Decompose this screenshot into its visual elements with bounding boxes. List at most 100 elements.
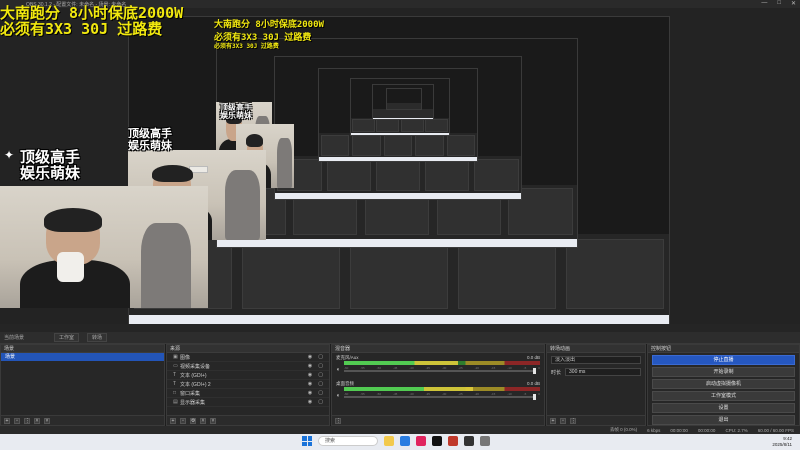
- source-item[interactable]: T 文本 (GDI+) 2 ◉ ▢: [167, 380, 329, 389]
- eye-icon[interactable]: ◉: [308, 372, 312, 378]
- app-icon-red[interactable]: [448, 436, 458, 446]
- stop-streaming-button[interactable]: 停止直播: [652, 355, 795, 365]
- transition-settings-icon[interactable]: ⋮: [570, 417, 576, 424]
- move-up-icon[interactable]: ˄: [34, 417, 40, 424]
- lock-icon[interactable]: ▢: [318, 372, 323, 378]
- meter-tick-label: -50: [376, 392, 381, 396]
- exit-button[interactable]: 退出: [652, 415, 795, 425]
- meter-tick-label: 0: [538, 366, 540, 370]
- meter-tick-label: -25: [458, 366, 463, 370]
- controls-dock: 控制按钮 停止直播 开始录制 启动虚拟摄像机 工作室模式 设置 退出: [647, 344, 800, 426]
- source-item[interactable]: T 文本 (GDI+) ◉ ▢: [167, 371, 329, 380]
- level-meter-fill: [344, 387, 474, 391]
- meter-tick-label: -55: [360, 392, 365, 396]
- overlay-text-line-2: 必须有3X3 30J 过路费: [0, 20, 163, 38]
- sources-header: 来源: [167, 345, 329, 353]
- eye-icon[interactable]: ◉: [308, 390, 312, 396]
- webcam-caption-nested-2: 顶级高手 娱乐萌妹: [220, 103, 252, 121]
- meter-tick-label: -60: [344, 366, 349, 370]
- transitions-dock: 转场动画 淡入淡出 时长 300 ms + ▫ ⋮: [546, 344, 646, 426]
- meter-tick-label: -40: [409, 392, 414, 396]
- webcam-caption-nested-1: 顶级高手 娱乐萌妹: [128, 127, 172, 152]
- lock-icon[interactable]: ▢: [318, 381, 323, 387]
- meter-tick-label: -35: [425, 392, 430, 396]
- minimize-button[interactable]: —: [761, 0, 767, 7]
- taskbar-clock[interactable]: 9:42 2025/8/11: [772, 436, 792, 448]
- overlay-text-nested-3: 必须有3X3 30J 过路费: [214, 43, 279, 50]
- scenes-toolbar: + ▫ ⋮ ˄ ˅: [1, 415, 164, 425]
- move-down-icon[interactable]: ˅: [44, 417, 50, 424]
- start-recording-button[interactable]: 开始录制: [652, 367, 795, 377]
- taskbar-search[interactable]: 搜索: [318, 436, 378, 446]
- scene-filter-icon[interactable]: ⋮: [24, 417, 30, 424]
- app-icon-dark[interactable]: [464, 436, 474, 446]
- lock-icon[interactable]: ▢: [318, 354, 323, 360]
- transition-button[interactable]: 转场: [87, 333, 108, 342]
- meter-tick-label: -10: [507, 366, 512, 370]
- lock-icon[interactable]: ▢: [318, 363, 323, 369]
- file-explorer-icon[interactable]: [384, 436, 394, 446]
- speaker-icon[interactable]: ◖: [336, 367, 340, 373]
- app-icon-pink[interactable]: [416, 436, 426, 446]
- move-up-icon[interactable]: ˄: [200, 417, 206, 424]
- eye-icon[interactable]: ◉: [308, 381, 312, 387]
- current-scene-label: 当前场景: [4, 335, 25, 341]
- virtual-camera-button[interactable]: 启动虚拟摄像机: [652, 379, 795, 389]
- add-scene-icon[interactable]: +: [4, 417, 10, 424]
- obs-icon[interactable]: [432, 436, 442, 446]
- volume-knob[interactable]: [533, 394, 536, 400]
- meter-tick-label: -45: [392, 392, 398, 396]
- meter-tick-label: -20: [474, 392, 479, 396]
- volume-knob[interactable]: [533, 368, 536, 374]
- source-item[interactable]: ▤ 显示器采集 ◉ ▢: [167, 398, 329, 407]
- transition-type-select[interactable]: 淡入淡出: [551, 356, 641, 364]
- transitions-header: 转场动画: [547, 345, 645, 353]
- meter-tick-label: -25: [458, 392, 463, 396]
- preview-canvas[interactable]: 顶级高手 娱乐萌妹 顶级高手 娱乐萌妹: [128, 16, 670, 328]
- image-icon: ▣: [173, 354, 178, 360]
- scene-item[interactable]: 场景: [1, 353, 164, 361]
- eye-icon[interactable]: ◉: [308, 354, 312, 360]
- edge-browser-icon[interactable]: [400, 436, 410, 446]
- lock-icon[interactable]: ▢: [318, 390, 323, 396]
- add-transition-icon[interactable]: +: [550, 417, 556, 424]
- meter-tick-label: -15: [490, 392, 496, 396]
- text-icon: T: [173, 381, 177, 387]
- settings-button[interactable]: 设置: [652, 403, 795, 413]
- live-time: 00:00:00: [670, 427, 688, 433]
- meter-ticks: -60 -55 -50 -45 -40 -35 -30 -25 -20 -15 -10 -5 0: [344, 366, 540, 370]
- app-icon-gray[interactable]: [480, 436, 490, 446]
- maximize-button[interactable]: □: [777, 0, 781, 7]
- meter-tick-label: -15: [490, 366, 496, 370]
- remove-transition-icon[interactable]: ▫: [560, 417, 566, 424]
- volume-slider[interactable]: [344, 370, 536, 372]
- remove-scene-icon[interactable]: ▫: [14, 417, 20, 424]
- add-source-icon[interactable]: +: [170, 417, 176, 424]
- source-item[interactable]: ▭ 视频采集设备 ◉ ▢: [167, 362, 329, 371]
- webcam-caption: 顶级高手 娱乐萌妹: [20, 148, 81, 182]
- volume-slider[interactable]: [344, 396, 536, 398]
- source-item[interactable]: ▣ 图像 ◉ ▢: [167, 353, 329, 362]
- eye-icon[interactable]: ◉: [308, 399, 312, 405]
- source-properties-icon[interactable]: ⚙: [190, 417, 196, 424]
- mixer-channel-desktop: 桌面音频 0.0 dB -60 -55 -50 -45 -40 -35 -30 -25 -20 -1…: [336, 381, 540, 400]
- studio-button[interactable]: 工作室: [54, 333, 80, 342]
- preview-area[interactable]: 顶级高手 娱乐萌妹 顶级高手 娱乐萌妹 ✦ 顶级高手 娱乐萌妹 大南跑分 8小时保底2…: [0, 4, 800, 328]
- scenes-header: 场景: [1, 345, 164, 353]
- close-button[interactable]: ✕: [791, 0, 796, 7]
- bitrate: 6 kbps: [647, 427, 661, 433]
- mixer-settings-icon[interactable]: ⋮: [335, 417, 341, 424]
- audio-mixer-dock: 混音器 麦克风/Aux 0.0 dB -60 -55 -50 -45 -40 -35 -30-…: [331, 344, 545, 426]
- duration-input[interactable]: 300 ms: [565, 368, 641, 376]
- lock-icon[interactable]: ▢: [318, 399, 323, 405]
- remove-source-icon[interactable]: ▫: [180, 417, 186, 424]
- meter-tick-label: -20: [474, 366, 479, 370]
- studio-mode-button[interactable]: 工作室模式: [652, 391, 795, 401]
- source-item[interactable]: □ 窗口采集 ◉ ▢: [167, 389, 329, 398]
- windows-start-icon[interactable]: [302, 436, 312, 446]
- eye-icon[interactable]: ◉: [308, 363, 312, 369]
- move-down-icon[interactable]: ˅: [210, 417, 216, 424]
- speaker-icon[interactable]: ◖: [336, 393, 340, 399]
- mixer-toolbar: ⋮: [332, 415, 544, 425]
- meter-tick-label: -35: [425, 366, 430, 370]
